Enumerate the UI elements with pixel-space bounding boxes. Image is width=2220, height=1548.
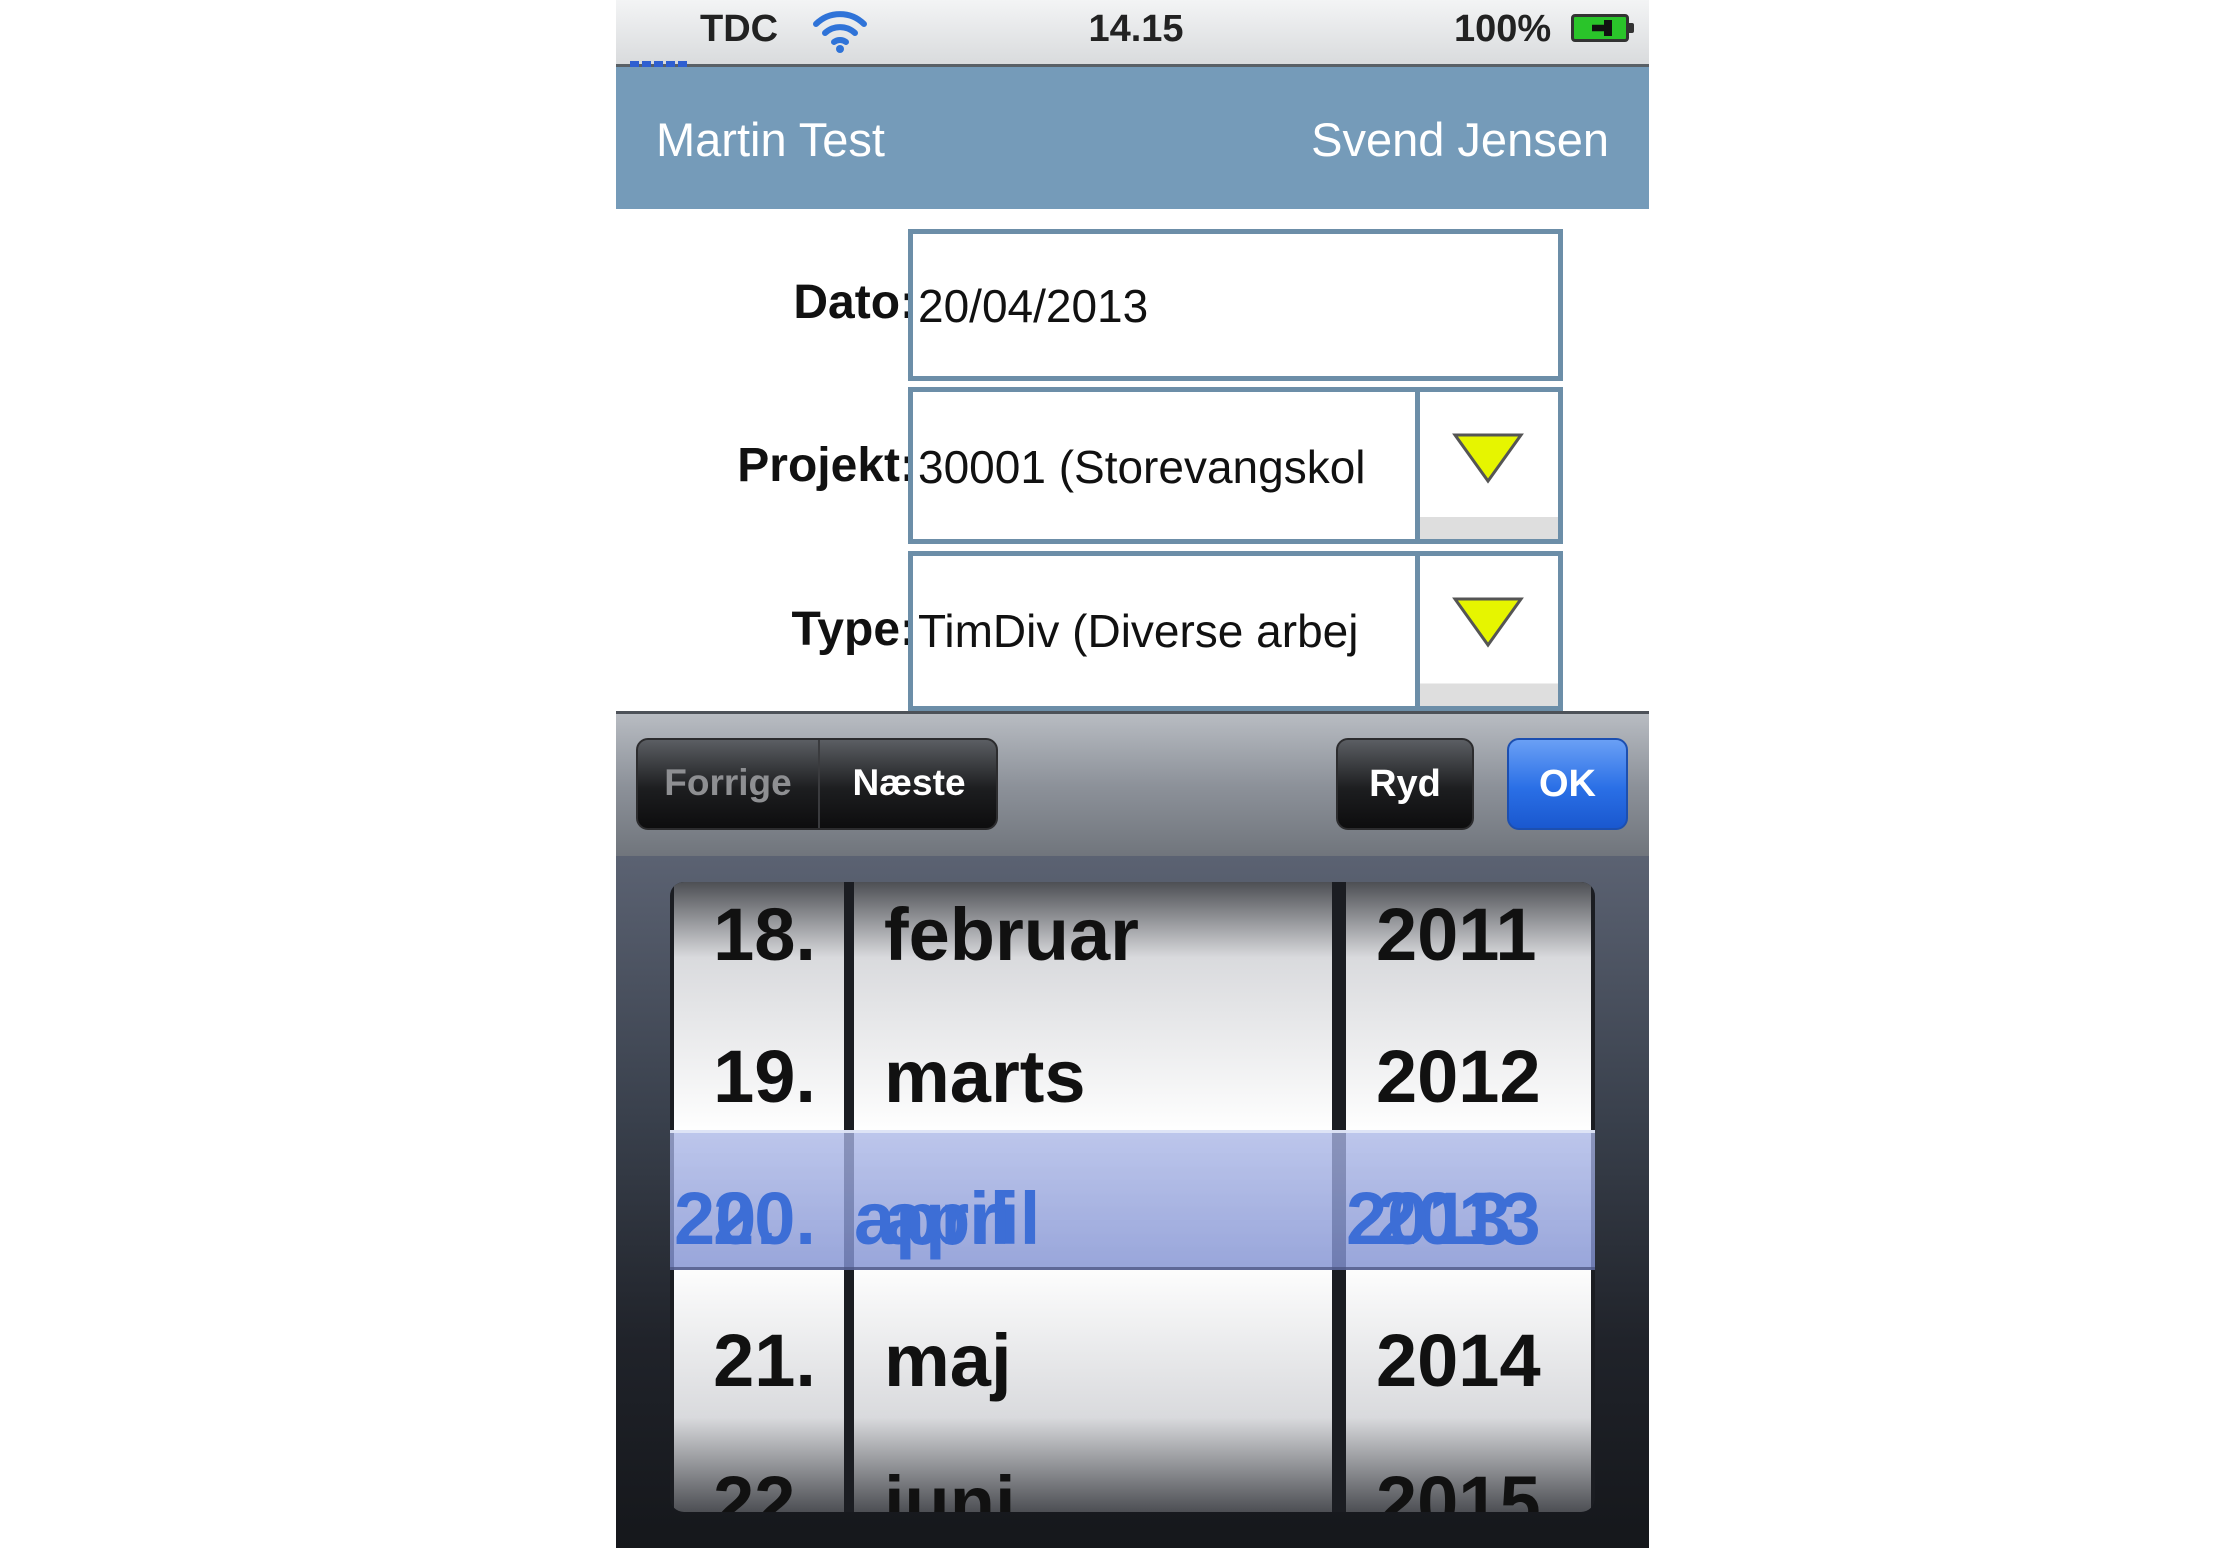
projekt-label: Projekt: — [737, 439, 916, 492]
picker-row[interactable]: 22. — [674, 1432, 844, 1512]
month-wheel[interactable]: februar marts april maj juni — [854, 882, 1332, 1512]
dropdown-arrow-icon — [1452, 433, 1524, 484]
header-right-name: Svend Jensen — [1311, 113, 1609, 166]
battery-charging-icon — [1571, 14, 1634, 42]
picker-row[interactable]: 2011 — [1346, 882, 1591, 1006]
picker-row[interactable]: 2014 — [1346, 1290, 1591, 1432]
picker-row-selected[interactable]: april — [854, 1148, 1332, 1290]
projekt-field[interactable]: 30001 (Storevangskol — [908, 387, 1563, 544]
picker-row[interactable]: marts — [854, 1006, 1332, 1148]
projekt-dropdown-button[interactable] — [1415, 392, 1558, 539]
user-header: Martin Test Svend Jensen — [616, 67, 1649, 209]
phone-screen: TDC 14.15 100% Martin Test Svend Jensen … — [616, 0, 1649, 1548]
type-field[interactable]: TimDiv (Diverse arbej — [908, 551, 1563, 711]
prev-button[interactable]: Forrige — [638, 740, 820, 828]
battery-percent: 100% — [1454, 8, 1552, 50]
prev-next-segmented-control: Forrige Næste — [636, 738, 998, 830]
picker-row[interactable]: 2015 — [1346, 1432, 1591, 1512]
header-left-name: Martin Test — [656, 113, 885, 166]
picker-row[interactable]: februar — [854, 882, 1332, 1006]
picker-row-selected[interactable]: 2013 — [1346, 1148, 1591, 1290]
picker-row[interactable]: 2012 — [1346, 1006, 1591, 1148]
ok-button[interactable]: OK — [1507, 738, 1628, 830]
clear-button[interactable]: Ryd — [1336, 738, 1474, 830]
dato-field[interactable]: 20/04/2013 — [908, 229, 1563, 381]
wifi-icon — [813, 11, 867, 53]
picker-row[interactable]: 18. — [674, 882, 844, 1006]
year-wheel[interactable]: 2011 2012 2013 2014 2015 — [1346, 882, 1591, 1512]
date-picker-wheels: 18. 19. 20. 21. 22. februar marts april … — [670, 882, 1595, 1512]
dropdown-arrow-icon — [1452, 597, 1524, 648]
picker-row[interactable]: 21. — [674, 1290, 844, 1432]
dato-value: 20/04/2013 — [918, 280, 1149, 332]
status-time: 14.15 — [1088, 8, 1184, 50]
picker-row-selected[interactable]: 20. — [674, 1148, 844, 1290]
type-dropdown-button[interactable] — [1415, 556, 1558, 706]
picker-row[interactable]: maj — [854, 1290, 1332, 1432]
picker-row[interactable]: 19. — [674, 1006, 844, 1148]
signal-icon — [630, 34, 690, 67]
carrier-name: TDC — [700, 8, 779, 50]
picker-row[interactable]: juni — [854, 1432, 1332, 1512]
projekt-value: 30001 (Storevangskol — [918, 441, 1366, 493]
status-bar: TDC 14.15 100% — [616, 0, 1649, 67]
input-accessory-toolbar: Forrige Næste Ryd OK — [616, 711, 1649, 859]
type-label: Type: — [791, 603, 916, 656]
dato-label: Dato: — [793, 276, 916, 329]
next-button[interactable]: Næste — [820, 740, 996, 828]
type-value: TimDiv (Diverse arbej — [918, 605, 1359, 657]
day-wheel[interactable]: 18. 19. 20. 21. 22. — [674, 882, 844, 1512]
